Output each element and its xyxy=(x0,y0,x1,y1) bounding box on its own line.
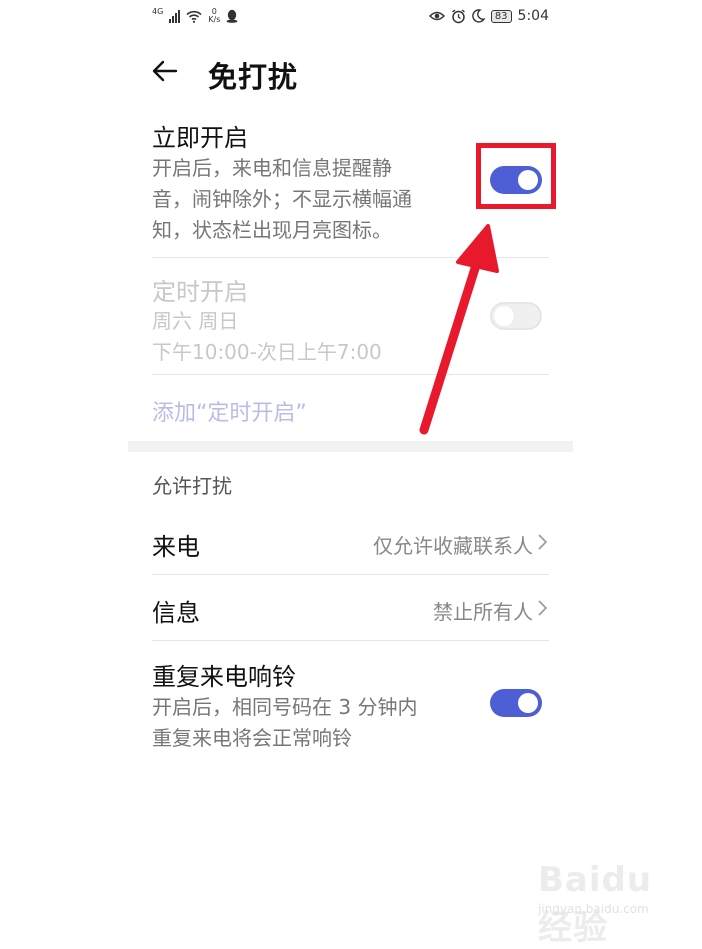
moon-icon xyxy=(472,9,485,23)
wifi-icon xyxy=(186,10,202,23)
chevron-right-icon xyxy=(538,600,548,616)
baidu-watermark: Baidu经验 jingyan.baidu.com xyxy=(538,858,678,948)
page-title: 免打扰 xyxy=(208,60,299,94)
scheduled-enable-title: 定时开启 xyxy=(152,278,248,306)
repeat-calls-title: 重复来电响铃 xyxy=(152,663,296,691)
immediate-desc-line: 知，状态栏出现月亮图标。 xyxy=(152,218,392,242)
calls-label: 来电 xyxy=(152,533,200,561)
messages-label: 信息 xyxy=(152,599,200,627)
net-speed: 0 K/s xyxy=(208,8,220,24)
scheduled-time-range: 下午10:00-次日上午7:00 xyxy=(152,340,382,364)
alarm-icon xyxy=(451,8,465,23)
add-schedule-link[interactable]: 添加“定时开启” xyxy=(152,395,307,427)
phone-screen: 4G 0 K/s 83 5:04 免打扰 立即开启 开启后，来电和信息提醒静 音… xyxy=(128,0,573,938)
status-bar: 4G 0 K/s 83 5:04 xyxy=(128,0,573,38)
qq-penguin-icon xyxy=(226,9,238,23)
arrow-left-icon[interactable] xyxy=(150,56,180,86)
status-time: 5:04 xyxy=(517,8,549,24)
repeat-calls-toggle[interactable] xyxy=(490,689,542,717)
signal-icon xyxy=(169,9,181,23)
battery-indicator: 83 xyxy=(490,9,512,23)
immediate-desc-line: 音，闹钟除外；不显示横幅通 xyxy=(152,187,412,211)
scheduled-enable-toggle[interactable] xyxy=(490,302,542,330)
chevron-right-icon xyxy=(538,534,548,550)
page-header: 免打扰 xyxy=(128,52,573,94)
allow-section-label: 允许打扰 xyxy=(152,474,232,498)
status-bar-left: 4G 0 K/s xyxy=(152,6,238,24)
immediate-desc-line: 开启后，来电和信息提醒静 xyxy=(152,156,392,180)
messages-value: 禁止所有人 xyxy=(433,600,533,624)
divider xyxy=(152,640,549,641)
immediate-enable-description: 开启后，来电和信息提醒静 音，闹钟除外；不显示横幅通 知，状态栏出现月亮图标。 xyxy=(152,153,412,246)
immediate-enable-title: 立即开启 xyxy=(152,124,248,152)
divider xyxy=(152,574,549,575)
repeat-desc-line: 重复来电将会正常响铃 xyxy=(152,726,352,750)
scheduled-days: 周六 周日 xyxy=(152,309,239,333)
toggle-knob xyxy=(518,693,538,713)
network-type-label: 4G xyxy=(152,6,164,16)
net-speed-unit: K/s xyxy=(208,15,221,24)
divider xyxy=(152,257,549,258)
calls-value: 仅允许收藏联系人 xyxy=(373,534,533,558)
annotation-highlight-box xyxy=(476,143,556,209)
divider xyxy=(152,374,549,375)
repeat-desc-line: 开启后，相同号码在 3 分钟内 xyxy=(152,695,418,719)
repeat-calls-description: 开启后，相同号码在 3 分钟内 重复来电将会正常响铃 xyxy=(152,692,417,754)
eye-comfort-icon xyxy=(428,11,445,21)
watermark-url: jingyan.baidu.com xyxy=(538,902,649,916)
toggle-knob xyxy=(494,306,514,326)
status-bar-right: 83 5:04 xyxy=(428,8,549,24)
